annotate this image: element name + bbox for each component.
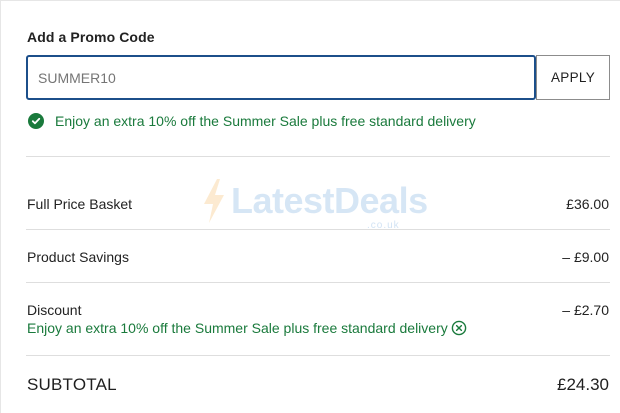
full-price-label: Full Price Basket <box>27 196 133 212</box>
bolt-icon <box>204 179 224 223</box>
discount-value: – £2.70 <box>562 302 609 318</box>
apply-button[interactable]: APPLY <box>536 55 610 100</box>
watermark-text: LatestDeals <box>231 180 428 221</box>
divider <box>26 229 610 230</box>
product-savings-label: Product Savings <box>27 249 129 265</box>
promo-summary-panel: Add a Promo Code APPLY Enjoy an extra 10… <box>0 0 620 413</box>
subtotal-value: £24.30 <box>557 375 609 394</box>
remove-circle-icon[interactable] <box>451 320 467 336</box>
check-circle-icon <box>28 113 44 129</box>
promo-code-title: Add a Promo Code <box>27 29 155 45</box>
discount-note: Enjoy an extra 10% off the Summer Sale p… <box>27 320 467 336</box>
divider <box>26 156 610 157</box>
divider <box>26 355 610 356</box>
watermark-logo: LatestDeals <box>201 177 428 225</box>
divider <box>26 282 610 283</box>
discount-label: Discount <box>27 302 82 318</box>
promo-code-input[interactable] <box>26 55 536 100</box>
subtotal-label: SUBTOTAL <box>27 375 117 394</box>
full-price-value: £36.00 <box>566 196 609 212</box>
discount-note-text: Enjoy an extra 10% off the Summer Sale p… <box>27 320 448 336</box>
product-savings-value: – £9.00 <box>562 249 609 265</box>
promo-success-text: Enjoy an extra 10% off the Summer Sale p… <box>55 113 476 129</box>
promo-success-message: Enjoy an extra 10% off the Summer Sale p… <box>28 113 476 129</box>
